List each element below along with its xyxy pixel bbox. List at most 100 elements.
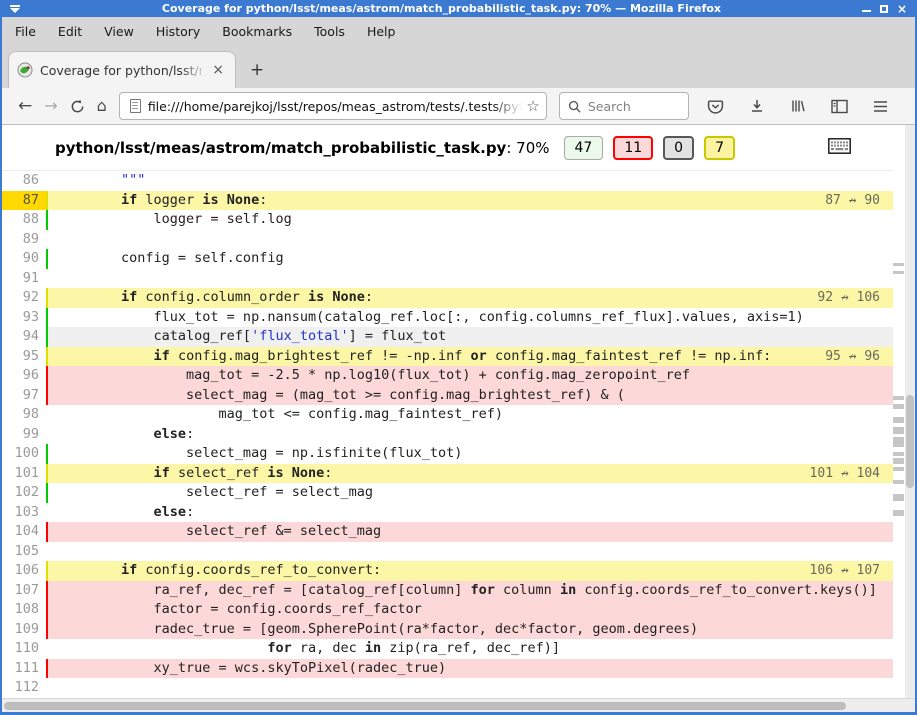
menu-history[interactable]: History <box>145 20 211 43</box>
line-number[interactable]: 89 <box>2 230 46 250</box>
badge-mis[interactable]: 11 <box>613 136 653 160</box>
source-line-97: 97 select_mag = (mag_tot >= config.mag_b… <box>2 386 893 406</box>
source-line-100: 100 select_mag = np.isfinite(flux_tot) <box>2 444 893 464</box>
url-text: file:///home/parejkoj/lsst/repos/meas_as… <box>148 99 523 114</box>
maximize-icon[interactable] <box>880 5 888 13</box>
keyboard-shortcuts-icon[interactable] <box>828 138 851 158</box>
line-number[interactable]: 100 <box>2 444 46 464</box>
branch-annotation: 95 ↛ 96 <box>825 347 880 367</box>
line-number[interactable]: 108 <box>2 600 46 620</box>
coverage-header: python/lsst/meas/astrom/match_probabilis… <box>2 125 893 171</box>
line-code: catalog_ref['flux_total'] = flux_tot <box>46 327 893 347</box>
line-number[interactable]: 111 <box>2 659 46 679</box>
line-number[interactable]: 104 <box>2 522 46 542</box>
line-number[interactable]: 91 <box>2 269 46 289</box>
menu-bookmarks[interactable]: Bookmarks <box>211 20 303 43</box>
line-code: factor = config.coords_ref_factor <box>46 600 893 620</box>
window-title: Coverage for python/lsst/meas/astrom/mat… <box>21 2 862 15</box>
line-code: radec_true = [geom.SpherePoint(ra*factor… <box>46 620 893 640</box>
line-number[interactable]: 105 <box>2 542 46 562</box>
line-number[interactable]: 90 <box>2 249 46 269</box>
line-number[interactable]: 97 <box>2 386 46 406</box>
missed-line-marker <box>893 510 904 516</box>
library-icon[interactable] <box>784 98 812 114</box>
scroll-marker-column <box>893 125 905 698</box>
line-number[interactable]: 93 <box>2 308 46 328</box>
search-input[interactable]: Search <box>559 92 689 120</box>
vertical-scrollbar-thumb[interactable] <box>906 395 914 488</box>
source-line-98: 98 mag_tot <= config.mag_faintest_ref) <box>2 405 893 425</box>
horizontal-scrollbar-thumb[interactable] <box>4 702 846 710</box>
menu-file[interactable]: File <box>4 20 47 43</box>
badge-exc[interactable]: 0 <box>663 136 694 160</box>
download-icon[interactable] <box>743 98 771 114</box>
source-line-90: 90 config = self.config <box>2 249 893 269</box>
missed-line-marker <box>893 263 904 266</box>
line-number[interactable]: 112 <box>2 678 46 698</box>
line-number[interactable]: 94 <box>2 327 46 347</box>
badge-run[interactable]: 47 <box>564 136 604 160</box>
source-line-105: 105 <box>2 542 893 562</box>
source-line-95: 95 if config.mag_brightest_ref != -np.in… <box>2 347 893 367</box>
reload-icon[interactable] <box>64 99 91 114</box>
new-tab-button[interactable]: + <box>250 60 264 80</box>
line-code: select_ref &= select_mag <box>46 522 893 542</box>
sidebar-icon[interactable] <box>825 99 854 114</box>
pocket-icon[interactable] <box>701 98 730 115</box>
menu-view[interactable]: View <box>93 20 145 43</box>
horizontal-scrollbar[interactable] <box>2 698 915 712</box>
url-bar[interactable]: file:///home/parejkoj/lsst/repos/meas_as… <box>119 92 547 120</box>
forward-icon[interactable]: → <box>38 98 63 114</box>
home-icon[interactable]: ⌂ <box>91 98 113 114</box>
minimize-icon[interactable] <box>862 10 871 12</box>
titlebar[interactable]: Coverage for python/lsst/meas/astrom/mat… <box>2 0 915 17</box>
bookmark-star-icon[interactable]: ☆ <box>526 97 539 115</box>
window-menu-icon[interactable] <box>9 5 21 13</box>
line-code: mag_tot = -2.5 * np.log10(flux_tot) + co… <box>46 366 893 386</box>
line-number[interactable]: 107 <box>2 581 46 601</box>
missed-line-marker <box>893 417 904 423</box>
menu-help[interactable]: Help <box>356 20 407 43</box>
coverage-favicon-icon <box>17 62 33 78</box>
coverage-report-page: python/lsst/meas/astrom/match_probabilis… <box>2 125 915 698</box>
line-number[interactable]: 102 <box>2 483 46 503</box>
line-code: select_mag = np.isfinite(flux_tot) <box>46 444 893 464</box>
tab-close-icon[interactable]: × <box>209 62 227 78</box>
line-number[interactable]: 98 <box>2 405 46 425</box>
line-number[interactable]: 109 <box>2 620 46 640</box>
navbar: ← → ⌂ file:///home/parejkoj/lsst/repos/m… <box>2 88 915 125</box>
branch-annotation: 92 ↛ 106 <box>817 288 880 308</box>
line-code: if config.mag_brightest_ref != -np.inf o… <box>46 347 893 367</box>
line-number[interactable]: 87 <box>2 191 46 211</box>
line-number[interactable]: 86 <box>2 171 46 191</box>
active-tab[interactable]: Coverage for python/lsst/mea × <box>8 51 236 88</box>
search-placeholder: Search <box>588 99 631 114</box>
menu-hamburger-icon[interactable] <box>867 100 894 113</box>
line-number[interactable]: 110 <box>2 639 46 659</box>
line-code: for ra, dec in zip(ra_ref, dec_ref)] <box>46 639 893 659</box>
line-number[interactable]: 96 <box>2 366 46 386</box>
source-line-99: 99 else: <box>2 425 893 445</box>
branch-annotation: 87 ↛ 90 <box>825 191 880 211</box>
close-icon[interactable]: × <box>897 3 907 15</box>
line-number[interactable]: 106 <box>2 561 46 581</box>
line-number[interactable]: 103 <box>2 503 46 523</box>
line-code: flux_tot = np.nansum(catalog_ref.loc[:, … <box>46 308 893 328</box>
source-line-96: 96 mag_tot = -2.5 * np.log10(flux_tot) +… <box>2 366 893 386</box>
badge-par[interactable]: 7 <box>704 136 735 160</box>
branch-annotation: 101 ↛ 104 <box>810 464 880 484</box>
menu-tools[interactable]: Tools <box>303 20 356 43</box>
line-number[interactable]: 95 <box>2 347 46 367</box>
back-icon[interactable]: ← <box>12 98 38 114</box>
file-path: python/lsst/meas/astrom/match_probabilis… <box>55 139 506 157</box>
missed-line-marker <box>893 458 904 464</box>
line-number[interactable]: 88 <box>2 210 46 230</box>
source-line-87: 87 if logger is None:87 ↛ 90 <box>2 191 893 211</box>
missed-line-marker <box>893 467 904 471</box>
menu-edit[interactable]: Edit <box>47 20 93 43</box>
vertical-scrollbar[interactable] <box>905 125 915 698</box>
line-number[interactable]: 92 <box>2 288 46 308</box>
missed-line-marker <box>893 437 904 447</box>
line-number[interactable]: 101 <box>2 464 46 484</box>
line-number[interactable]: 99 <box>2 425 46 445</box>
